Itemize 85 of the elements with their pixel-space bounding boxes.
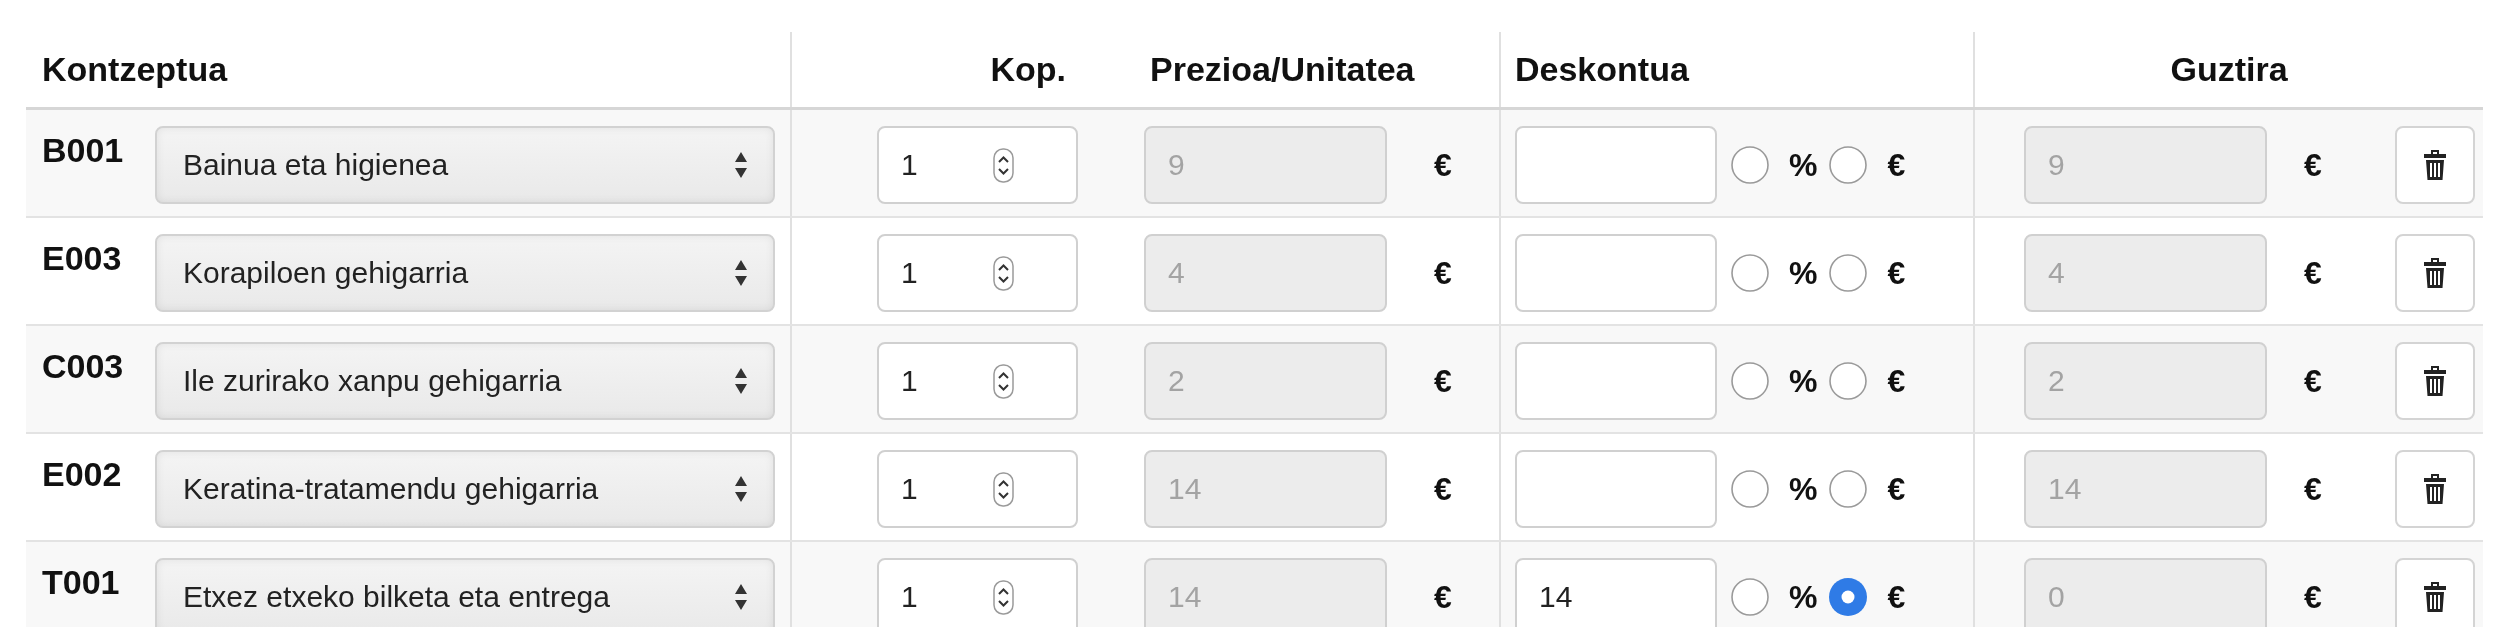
stepper-icon[interactable] (993, 363, 1014, 399)
discount-type-label[interactable]: € (1887, 126, 1906, 204)
delete-button[interactable] (2395, 342, 2475, 420)
discount-field[interactable] (1515, 342, 1717, 420)
discount-type-label[interactable]: % (1789, 234, 1818, 312)
unit-price-field: 9 (1144, 126, 1387, 204)
delete-button[interactable] (2395, 234, 2475, 312)
quantity-field[interactable]: 1 (877, 558, 1078, 627)
quantity-field[interactable]: 1 (877, 450, 1078, 528)
currency-sign: € (2304, 362, 2322, 401)
radio-button[interactable] (1731, 578, 1769, 616)
unit-price-field: 14 (1144, 450, 1387, 528)
quantity-field[interactable]: 1 (877, 342, 1078, 420)
trash-icon (2423, 366, 2447, 396)
stepper-icon[interactable] (993, 147, 1014, 183)
concept-select[interactable]: Etxez etxeko bilketa eta entrega (155, 558, 775, 627)
trash-icon (2423, 582, 2447, 612)
column-header: Deskontua (1515, 50, 1689, 89)
delete-button[interactable] (2395, 558, 2475, 627)
radio-button[interactable] (1829, 254, 1868, 292)
unit-price-field: 2 (1144, 342, 1387, 420)
item-code: C003 (42, 346, 125, 386)
currency-sign: € (2304, 254, 2322, 293)
stepper-icon[interactable] (993, 471, 1014, 507)
delete-button[interactable] (2395, 126, 2475, 204)
radio-button[interactable] (1731, 254, 1769, 292)
discount-type-label[interactable]: € (1887, 234, 1906, 312)
unit-price-field: 14 (1144, 558, 1387, 627)
currency-sign: € (1434, 362, 1452, 401)
radio-button[interactable] (1731, 362, 1769, 400)
discount-field[interactable] (1515, 450, 1717, 528)
radio-button[interactable] (1829, 470, 1868, 508)
radio-button[interactable] (1829, 578, 1868, 616)
column-header: Kontzeptua (42, 50, 228, 89)
discount-type-label[interactable]: % (1789, 342, 1818, 420)
up-down-arrows-icon (733, 150, 749, 180)
discount-field[interactable]: 14 (1515, 558, 1717, 627)
unit-price-field: 4 (1144, 234, 1387, 312)
currency-sign: € (2304, 578, 2322, 617)
total-field: 2 (2024, 342, 2267, 420)
trash-icon (2423, 474, 2447, 504)
currency-sign: € (2304, 146, 2322, 185)
discount-field[interactable] (1515, 234, 1717, 312)
currency-sign: € (1434, 254, 1452, 293)
currency-sign: € (1434, 470, 1452, 509)
item-code: B001 (42, 130, 125, 170)
item-code: E002 (42, 454, 123, 494)
discount-field[interactable] (1515, 126, 1717, 204)
column-header: Prezioa/Unitatea (1150, 50, 1415, 89)
up-down-arrows-icon (733, 582, 749, 612)
concept-select[interactable]: Keratina-tratamendu gehigarria (155, 450, 775, 528)
stepper-icon[interactable] (993, 579, 1014, 615)
quantity-field[interactable]: 1 (877, 234, 1078, 312)
total-field: 0 (2024, 558, 2267, 627)
currency-sign: € (1434, 578, 1452, 617)
concept-select[interactable]: Korapiloen gehigarria (155, 234, 775, 312)
delete-button[interactable] (2395, 450, 2475, 528)
discount-type-label[interactable]: % (1789, 558, 1818, 627)
trash-icon (2423, 150, 2447, 180)
item-code: T001 (42, 562, 121, 602)
up-down-arrows-icon (733, 258, 749, 288)
concept-select[interactable]: Bainua eta higienea (155, 126, 775, 204)
column-header: Guztira (2170, 50, 2288, 89)
stepper-icon[interactable] (993, 255, 1014, 291)
radio-button[interactable] (1829, 362, 1868, 400)
discount-type-label[interactable]: % (1789, 126, 1818, 204)
radio-button[interactable] (1731, 470, 1769, 508)
radio-button[interactable] (1731, 146, 1769, 184)
total-field: 14 (2024, 450, 2267, 528)
total-field: 9 (2024, 126, 2267, 204)
discount-type-label[interactable]: € (1887, 450, 1906, 528)
currency-sign: € (2304, 470, 2322, 509)
up-down-arrows-icon (733, 474, 749, 504)
up-down-arrows-icon (733, 366, 749, 396)
trash-icon (2423, 258, 2447, 288)
discount-type-label[interactable]: € (1887, 558, 1906, 627)
column-header: Kop. (989, 50, 1066, 89)
quantity-field[interactable]: 1 (877, 126, 1078, 204)
item-code: E003 (42, 238, 123, 278)
concept-select[interactable]: Ile zurirako xanpu gehigarria (155, 342, 775, 420)
total-field: 4 (2024, 234, 2267, 312)
radio-button[interactable] (1829, 146, 1868, 184)
discount-type-label[interactable]: € (1887, 342, 1906, 420)
discount-type-label[interactable]: % (1789, 450, 1818, 528)
currency-sign: € (1434, 146, 1452, 185)
